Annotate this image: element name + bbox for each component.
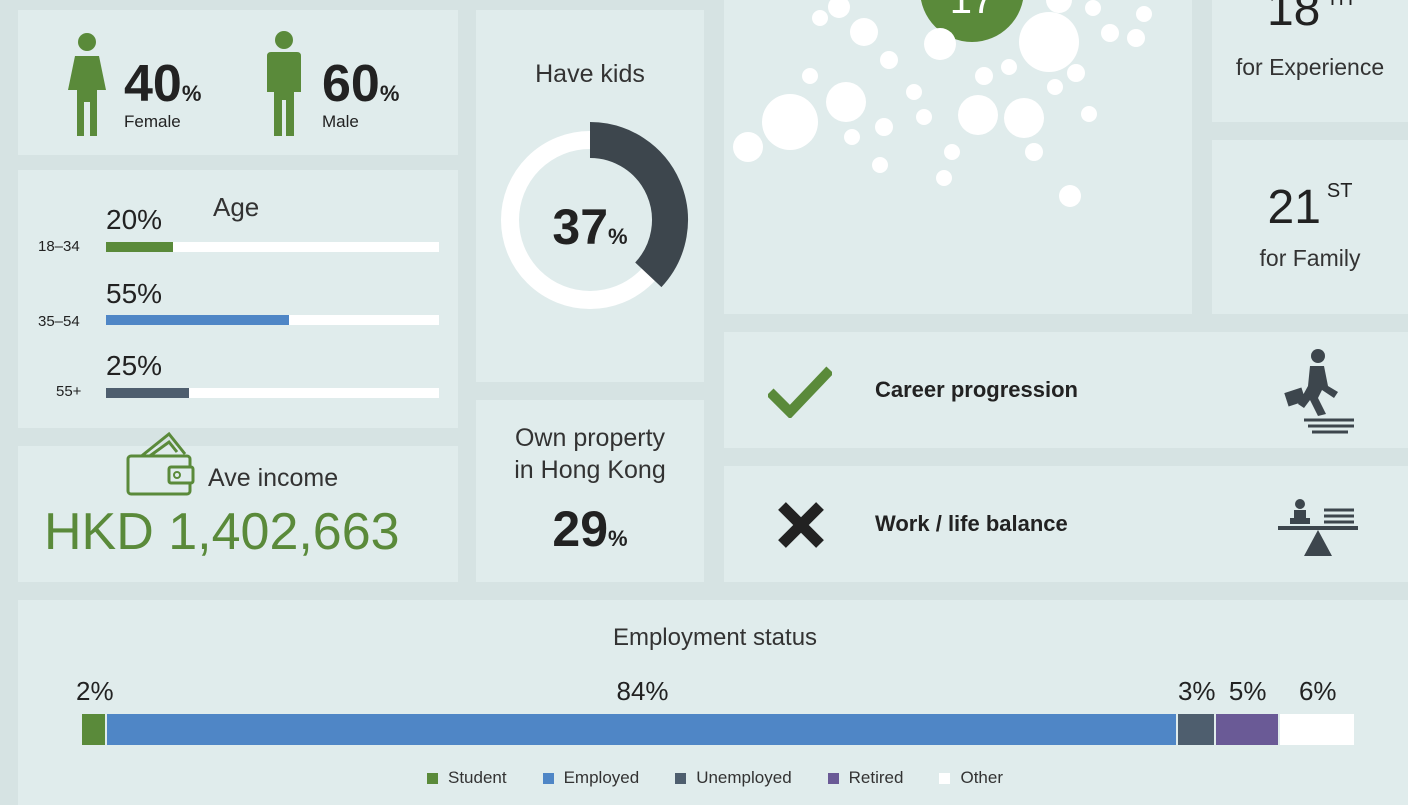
ranking-experience-panel: 18 TH for Experience <box>1212 0 1408 122</box>
employment-panel: Employment status 2% 84% 3% 5% 6% Student Emp… <box>18 600 1408 805</box>
kids-panel: Have kids 37% <box>476 10 704 382</box>
age-bar-fill-2 <box>106 388 190 398</box>
age-bar-fill-0 <box>106 242 173 252</box>
factor-career-panel: Career progression <box>724 332 1408 448</box>
legend-label-student: Student <box>447 768 507 787</box>
employment-value-other: 6% <box>1298 676 1337 706</box>
ranking-experience-suffix: TH <box>1326 0 1353 10</box>
ranking-family-label: for Family <box>1259 245 1361 271</box>
employment-segment-other <box>1279 714 1354 745</box>
legend-label-retired: Retired <box>848 768 904 787</box>
employment-value-labels: 2% 84% 3% 5% 6% <box>76 676 1356 708</box>
property-unit: % <box>608 526 628 551</box>
female-icon <box>68 33 106 136</box>
employment-segment-student <box>82 714 106 745</box>
age-panel: Age 20% 18–34 55% 35–54 25% 55+ <box>18 170 458 428</box>
kids-title: Have kids <box>535 60 645 88</box>
property-value: 29 <box>552 501 609 557</box>
ranking-experience-rank: 18 <box>1266 0 1321 36</box>
female-percent-unit: % <box>181 81 202 106</box>
ranking-family-suffix: ST <box>1326 180 1353 202</box>
legend-label-unemployed: Unemployed <box>696 768 792 787</box>
bubble-panel: 17 <box>724 0 1192 314</box>
wallet-icon <box>126 431 195 496</box>
age-bar-0 <box>106 242 439 252</box>
bubble-value: 17 <box>949 0 995 22</box>
balance-scale-icon <box>1278 499 1358 556</box>
male-percent-unit: % <box>379 81 400 106</box>
employment-segment-retired <box>1215 714 1278 745</box>
property-panel: Own property in Hong Kong 29% <box>476 400 704 582</box>
factor-worklife-panel: Work / life balance <box>724 466 1408 582</box>
factor-worklife-label: Work / life balance <box>875 511 1068 536</box>
legend-label-other: Other <box>960 768 1003 787</box>
female-label: Female <box>124 112 181 131</box>
climbing-stairs-icon <box>1284 349 1354 434</box>
factor-career-label: Career progression <box>875 377 1078 402</box>
age-range-0: 18–34 <box>38 238 80 255</box>
bubble-cluster <box>733 0 1152 207</box>
income-value: HKD 1,402,663 <box>44 503 400 561</box>
employment-value-unemployed: 3% <box>1177 676 1216 706</box>
legend-item-student: Student <box>426 768 507 788</box>
age-title: Age <box>213 192 260 222</box>
property-line2: in Hong Kong <box>514 456 666 484</box>
male-icon <box>267 31 301 136</box>
employment-title: Employment status <box>612 624 818 651</box>
male-label: Male <box>322 112 359 131</box>
ranking-experience-label: for Experience <box>1235 54 1385 80</box>
legend-item-unemployed: Unemployed <box>675 768 792 788</box>
legend-swatch-student <box>426 773 438 785</box>
age-bar-1 <box>106 315 439 325</box>
age-value-2: 25% <box>106 350 163 381</box>
employment-legend: Student Employed Unemployed Retired Other <box>18 768 1408 788</box>
age-range-1: 35–54 <box>38 313 80 330</box>
employment-value-employed: 84% <box>616 676 669 706</box>
income-panel: Ave income HKD 1,402,663 <box>18 431 458 582</box>
ranking-family-panel: 21 ST for Family <box>1212 140 1408 314</box>
female-percent: 40 <box>124 55 182 113</box>
property-line1: Own property <box>514 424 666 452</box>
male-percent: 60 <box>322 55 380 113</box>
age-range-2: 55+ <box>56 383 82 400</box>
legend-swatch-retired <box>827 773 839 785</box>
age-value-0: 20% <box>106 204 163 235</box>
legend-item-employed: Employed <box>542 768 640 788</box>
cross-icon <box>778 502 824 548</box>
employment-segment-employed <box>107 714 1176 745</box>
legend-item-retired: Retired <box>827 768 904 788</box>
gender-panel: 40% Female 60% Male <box>18 10 458 155</box>
legend-item-other: Other <box>939 768 1003 788</box>
age-value-1: 55% <box>106 278 163 309</box>
check-icon <box>768 366 832 418</box>
ranking-family-rank: 21 <box>1267 181 1321 234</box>
employment-value-retired: 5% <box>1228 676 1267 706</box>
legend-label-employed: Employed <box>563 768 640 787</box>
age-bar-2 <box>106 388 439 398</box>
employment-bar <box>82 714 1356 745</box>
legend-swatch-unemployed <box>675 773 687 785</box>
age-bar-fill-1 <box>106 315 290 325</box>
legend-swatch-employed <box>542 773 554 785</box>
kids-value: 37 <box>552 199 609 255</box>
income-label: Ave income <box>208 464 339 492</box>
legend-swatch-other <box>939 773 951 785</box>
employment-segment-unemployed <box>1177 714 1214 745</box>
kids-unit: % <box>608 224 628 249</box>
